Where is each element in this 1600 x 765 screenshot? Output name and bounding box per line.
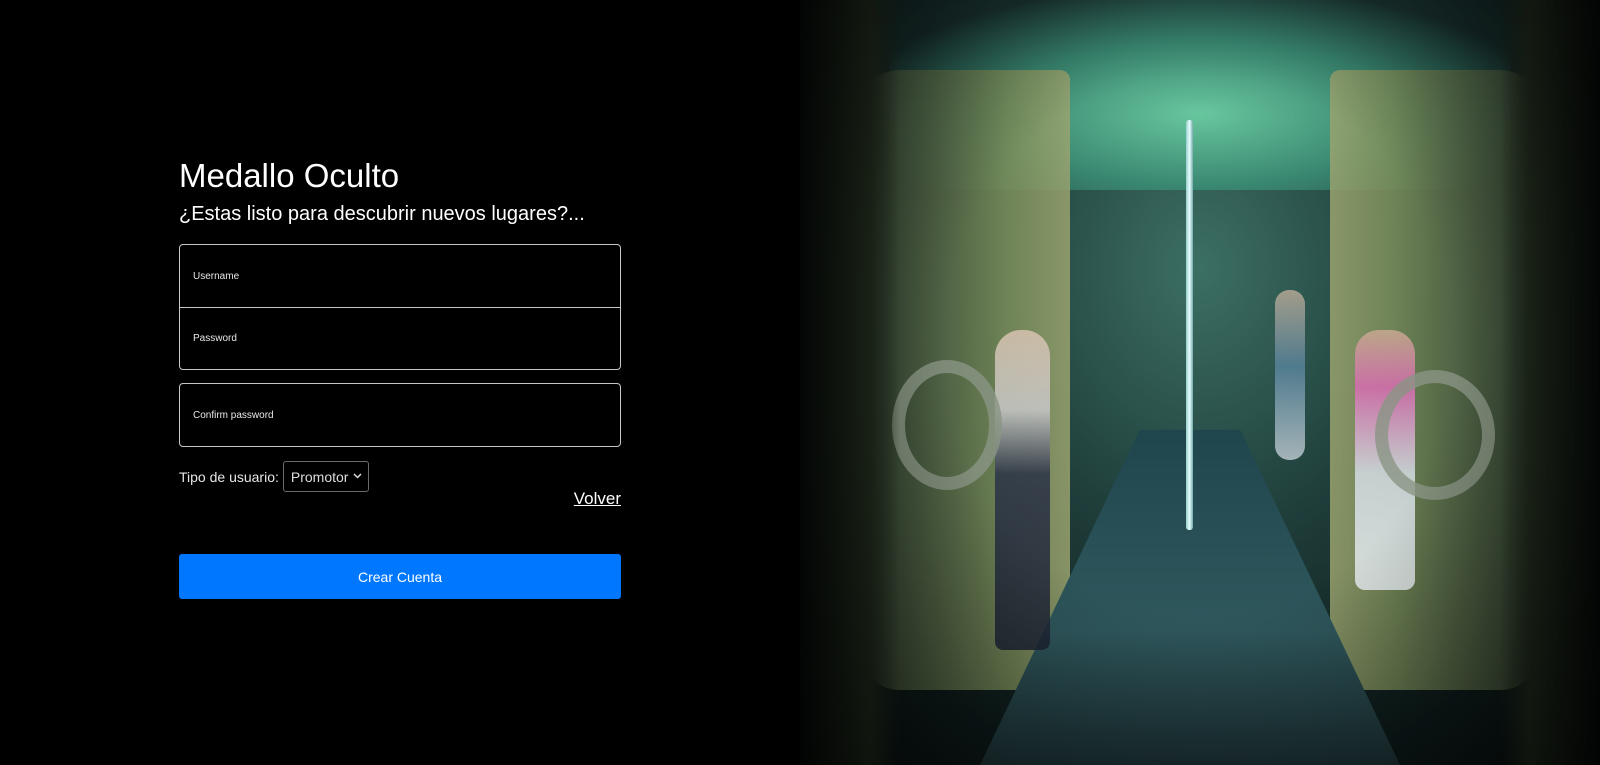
credentials-group [179, 244, 621, 370]
confirm-group [179, 383, 621, 447]
confirm-password-input[interactable] [193, 409, 620, 421]
photo-vignette [800, 0, 1600, 765]
tram-interior-photo [800, 0, 1600, 765]
back-row: Volver [179, 489, 621, 509]
password-field-wrapper [180, 307, 620, 369]
create-account-button[interactable]: Crear Cuenta [179, 554, 621, 599]
app-title: Medallo Oculto [179, 157, 400, 194]
username-input[interactable] [193, 270, 620, 282]
chevron-down-icon [353, 471, 362, 482]
user-type-selected-value: Promotor [290, 468, 349, 485]
signup-panel: Medallo Oculto ¿Estas listo para descubr… [0, 0, 800, 765]
back-link[interactable]: Volver [574, 489, 621, 508]
user-type-label: Tipo de usuario: [179, 468, 279, 485]
signup-page: Medallo Oculto ¿Estas listo para descubr… [0, 0, 1600, 765]
app-subtitle: ¿Estas listo para descubrir nuevos lugar… [179, 203, 585, 225]
signup-form: Medallo Oculto ¿Estas listo para descubr… [179, 155, 621, 599]
password-input[interactable] [193, 333, 620, 344]
username-field-wrapper [180, 245, 620, 307]
confirm-password-field-wrapper [180, 384, 620, 446]
user-type-select[interactable]: Promotor [282, 461, 369, 492]
user-type-row: Tipo de usuario: Promotor [179, 461, 621, 492]
